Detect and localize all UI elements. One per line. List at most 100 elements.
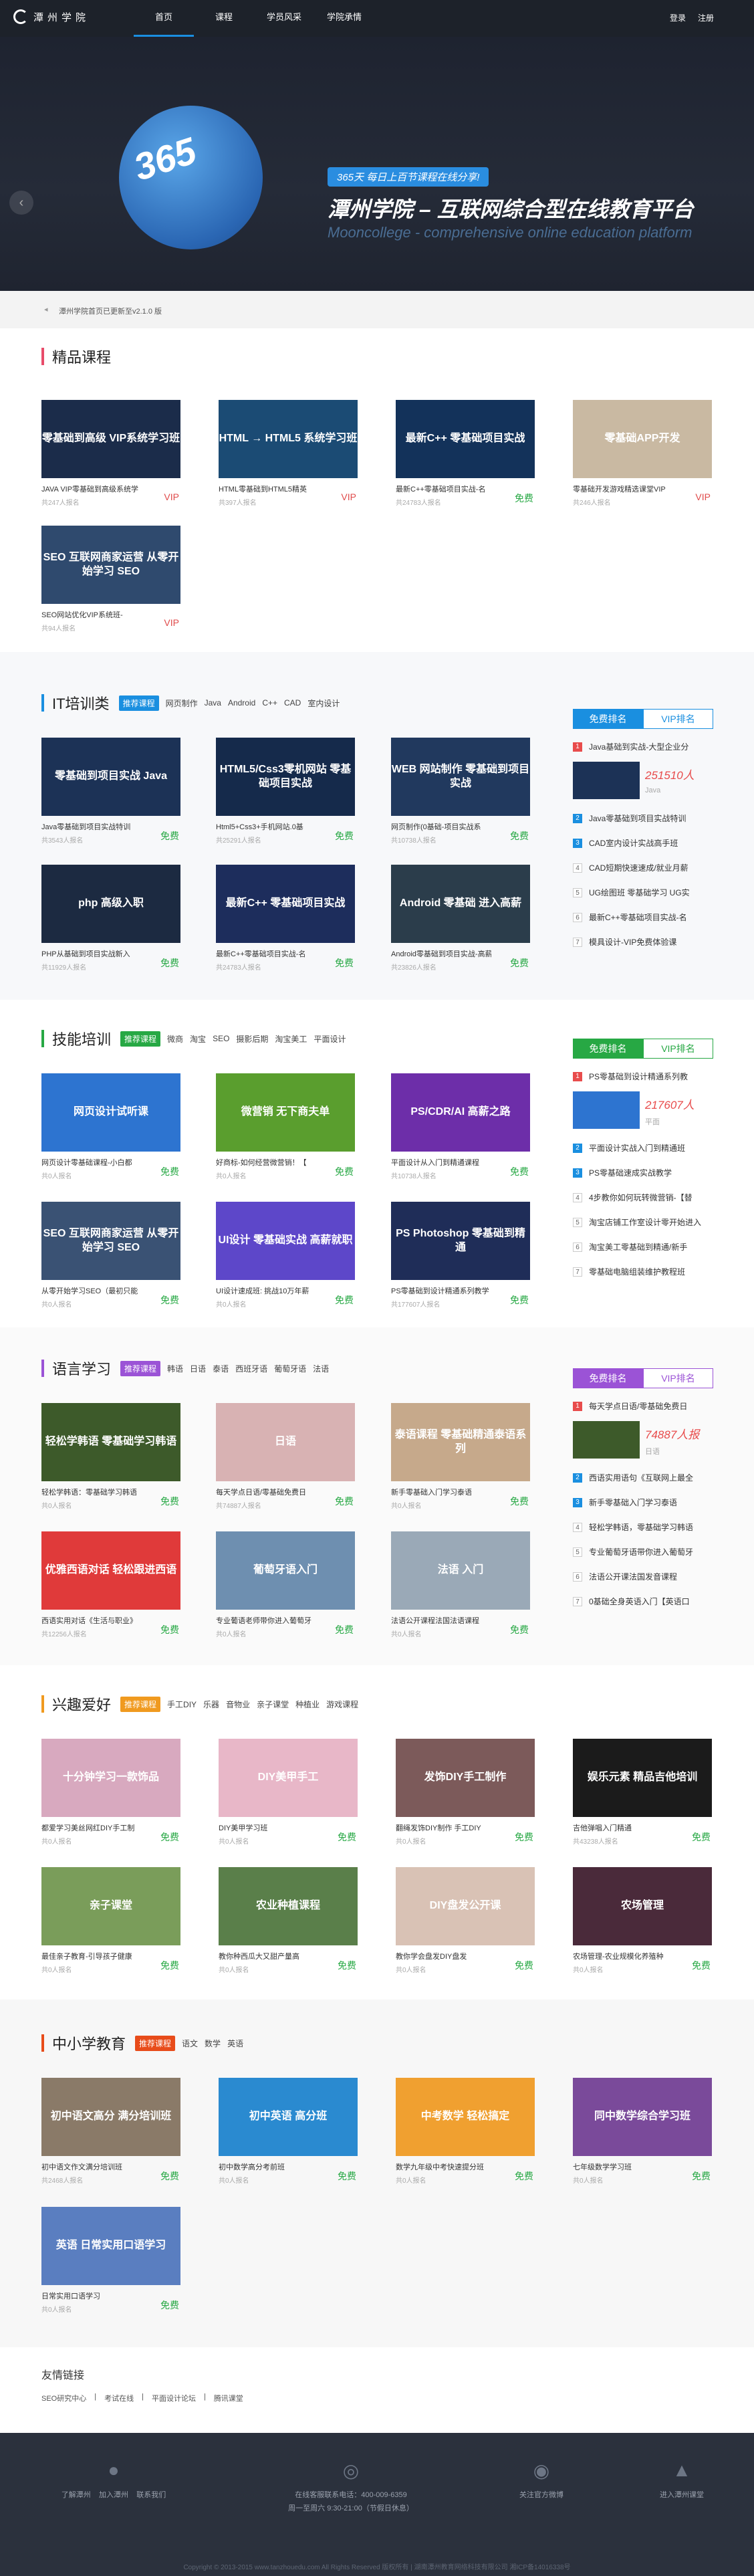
footer-link[interactable]: 加入潭州 (99, 2491, 128, 2499)
category-tag[interactable]: 英语 (227, 2038, 243, 2049)
course-title[interactable]: 吉他弹唱入门精通 (573, 1822, 673, 1833)
course-title[interactable]: 新手零基础入门学习泰语 (391, 1487, 491, 1497)
course-card[interactable]: 日语 每天学点日语/零基础免费日 共74887人报名 免费 (216, 1403, 355, 1510)
rank-item[interactable]: 新手零基础入门学习泰语 (589, 1497, 677, 1508)
course-thumbnail[interactable]: 最新C++ 零基础项目实战 (216, 865, 355, 943)
course-thumbnail[interactable]: 法语 入门 (391, 1531, 530, 1610)
course-card[interactable]: 同中数学综合学习班 七年级数学学习班 共0人报名 免费 (573, 2078, 712, 2185)
rank-top-thumbnail[interactable] (573, 1091, 640, 1129)
course-title[interactable]: 平面设计从入门到精通课程 (391, 1157, 491, 1168)
course-card[interactable]: 微营销 无下商夫单 好商标-如何经营微营销！【 共0人报名 免费 (216, 1073, 355, 1180)
course-card[interactable]: PS Photoshop 零基础到精通 PS零基础到设计精通系列教学 共177607… (391, 1202, 530, 1309)
course-title[interactable]: 初中语文作文满分培训班 (41, 2161, 142, 2172)
course-title[interactable]: 从零开始学习SEO（最初只能 (41, 1285, 142, 1296)
course-card[interactable]: HTML → HTML5 系统学习班 HTML零基础到HTML5精英 共397人报名… (219, 400, 358, 507)
rank-item[interactable]: 平面设计实战入门到精通班 (589, 1142, 685, 1154)
category-tag[interactable]: 种植业 (295, 1699, 320, 1710)
tab-free-rank[interactable]: 免费排名 (573, 1039, 643, 1059)
course-card[interactable]: 葡萄牙语入门 专业葡语老师带你进入葡萄牙 共0人报名 免费 (216, 1531, 355, 1638)
course-thumbnail[interactable]: 中考数学 轻松搞定 (396, 2078, 535, 2156)
course-title[interactable]: JAVA VIP零基础到高级系统学 (41, 484, 142, 494)
course-card[interactable]: 零基础到项目实战 Java Java零基础到项目实战特训 共3543人报名 免费 (41, 738, 180, 845)
course-thumbnail[interactable]: 初中英语 高分班 (219, 2078, 358, 2156)
course-title[interactable]: 数学九年级中考快速提分班 (396, 2161, 496, 2172)
course-title[interactable]: 教你学会盘发DIY盘发 (396, 1951, 496, 1961)
rank-item[interactable]: 专业葡萄牙语带你进入葡萄牙 (589, 1546, 693, 1558)
category-tag[interactable]: 手工DIY (167, 1699, 197, 1710)
banner-prev-arrow[interactable]: ‹ (9, 191, 33, 215)
course-title[interactable]: 都爱学习美丝网红DIY手工制 (41, 1822, 142, 1833)
course-card[interactable]: PS/CDR/AI 高薪之路 平面设计从入门到精通课程 共10738人报名 免费 (391, 1073, 530, 1180)
course-title[interactable]: 网页制作(0基础-项目实战系 (391, 821, 491, 832)
rank-top-title[interactable]: 每天学点日语/零基础免费日 (589, 1400, 687, 1412)
course-card[interactable]: 农业种植课程 教你种西瓜大又甜产量高 共0人报名 免费 (219, 1867, 358, 1974)
recommend-tag[interactable]: 推荐课程 (120, 1696, 161, 1712)
tab-free-rank[interactable]: 免费排名 (573, 1368, 643, 1388)
rank-item[interactable]: 0基础全身英语入门【英语口 (589, 1596, 690, 1607)
course-card[interactable]: HTML5/Css3零机网站 零基础项目实战 Html5+Css3+手机网站.0基… (216, 738, 355, 845)
course-card[interactable]: 十分钟学习一款饰品 都爱学习美丝网红DIY手工制 共0人报名 免费 (41, 1739, 180, 1846)
course-card[interactable]: 最新C++ 零基础项目实战 最新C++零基础项目实战-名 共24783人报名 免费 (216, 865, 355, 972)
course-card[interactable]: SEO 互联网商家运营 从零开始学习 SEO 从零开始学习SEO（最初只能 共0人报… (41, 1202, 180, 1309)
course-thumbnail[interactable]: Android 零基础 进入高薪 (391, 865, 530, 943)
nav-home[interactable]: 首页 (134, 0, 194, 37)
course-card[interactable]: 零基础到高级 VIP系统学习班 JAVA VIP零基础到高级系统学 共247人报名 V… (41, 400, 180, 507)
footer-classroom[interactable]: ▲ 进入潭州课堂 (635, 2460, 729, 2500)
category-tag[interactable]: 摄影后期 (236, 1033, 268, 1045)
course-card[interactable]: 法语 入门 法语公开课程法国法语课程 共0人报名 免费 (391, 1531, 530, 1638)
course-thumbnail[interactable]: UI设计 零基础实战 高薪就职 (216, 1202, 355, 1280)
course-title[interactable]: HTML零基础到HTML5精英 (219, 484, 319, 494)
course-thumbnail[interactable]: 同中数学综合学习班 (573, 2078, 712, 2156)
notice-text[interactable]: 潭州学院首页已更新至v2.1.0 版 (59, 306, 162, 316)
category-tag[interactable]: 法语 (313, 1363, 329, 1374)
tab-vip-rank[interactable]: VIP排名 (643, 1368, 713, 1388)
friend-link[interactable]: 考试在线 (104, 2393, 134, 2403)
category-tag[interactable]: 日语 (190, 1363, 206, 1374)
course-title[interactable]: Java零基础到项目实战特训 (41, 821, 142, 832)
course-thumbnail[interactable]: 轻松学韩语 零基础学习韩语 (41, 1403, 180, 1481)
course-title[interactable]: 好商标-如何经营微营销！【 (216, 1157, 316, 1168)
course-title[interactable]: 西语实用对话《生活与职业》 (41, 1615, 142, 1626)
course-title[interactable]: DIY美甲学习班 (219, 1822, 319, 1833)
category-tag[interactable]: 亲子课堂 (257, 1699, 289, 1710)
category-tag[interactable]: 语文 (182, 2038, 198, 2049)
rank-item[interactable]: 最新C++零基础项目实战-名 (589, 911, 687, 923)
footer-link[interactable]: 了解潭州 (61, 2491, 91, 2499)
course-thumbnail[interactable]: WEB 网站制作 零基础到项目实战 (391, 738, 530, 816)
course-title[interactable]: 零基础开发游戏精选课堂VIP (573, 484, 673, 494)
tab-vip-rank[interactable]: VIP排名 (643, 709, 713, 729)
course-title[interactable]: 每天学点日语/零基础免费日 (216, 1487, 316, 1497)
course-title[interactable]: 农场管理-农业规模化养殖种 (573, 1951, 673, 1961)
course-card[interactable]: Android 零基础 进入高薪 Android零基础到项目实战-高薪 共23826… (391, 865, 530, 972)
course-card[interactable]: 泰语课程 零基础精通泰语系列 新手零基础入门学习泰语 共0人报名 免费 (391, 1403, 530, 1510)
register-link[interactable]: 注册 (698, 12, 714, 23)
course-card[interactable]: UI设计 零基础实战 高薪就职 UI设计速成班: 挑战10万年薪 共0人报名 免费 (216, 1202, 355, 1309)
course-thumbnail[interactable]: 优雅西语对话 轻松跟进西语 (41, 1531, 180, 1610)
recommend-tag[interactable]: 推荐课程 (120, 1031, 161, 1047)
course-title[interactable]: 最新C++零基础项目实战-名 (396, 484, 496, 494)
course-card[interactable]: 轻松学韩语 零基础学习韩语 轻松学韩语：零基础学习韩语 共0人报名 免费 (41, 1403, 180, 1510)
category-tag[interactable]: 微商 (167, 1033, 183, 1045)
course-title[interactable]: Html5+Css3+手机网站.0基 (216, 821, 316, 832)
friend-link[interactable]: 腾讯课堂 (214, 2393, 243, 2403)
course-thumbnail[interactable]: 零基础到高级 VIP系统学习班 (41, 400, 180, 478)
course-title[interactable]: 七年级数学学习班 (573, 2161, 673, 2172)
friend-link[interactable]: SEO研究中心 (41, 2393, 86, 2403)
course-thumbnail[interactable]: php 高级入职 (41, 865, 180, 943)
course-title[interactable]: UI设计速成班: 挑战10万年薪 (216, 1285, 316, 1296)
rank-item[interactable]: 淘宝店铺工作室设计零开始进入 (589, 1216, 701, 1228)
course-thumbnail[interactable]: 农场管理 (573, 1867, 712, 1945)
rank-item[interactable]: 西语实用语句《互联网上最全 (589, 1472, 693, 1483)
tab-vip-rank[interactable]: VIP排名 (643, 1039, 713, 1059)
rank-item[interactable]: 4步教你如何玩转微营销-【替 (589, 1192, 693, 1203)
course-thumbnail[interactable]: SEO 互联网商家运营 从零开始学习 SEO (41, 526, 180, 604)
rank-item[interactable]: UG绘图班 零基础学习 UG实 (589, 887, 690, 898)
tab-free-rank[interactable]: 免费排名 (573, 709, 643, 729)
course-thumbnail[interactable]: 葡萄牙语入门 (216, 1531, 355, 1610)
course-thumbnail[interactable]: 发饰DIY手工制作 (396, 1739, 535, 1817)
rank-top-title[interactable]: Java基础到实战-大型企业分 (589, 741, 688, 752)
hero-banner[interactable]: ‹ 365 365天 每日上百节课程在线分享! 潭州学院 – 互联网综合型在线教… (0, 37, 754, 291)
category-tag[interactable]: 淘宝 (190, 1033, 206, 1045)
rank-item[interactable]: Java零基础到项目实战特训 (589, 813, 686, 824)
course-card[interactable]: 中考数学 轻松搞定 数学九年级中考快速提分班 共0人报名 免费 (396, 2078, 535, 2185)
